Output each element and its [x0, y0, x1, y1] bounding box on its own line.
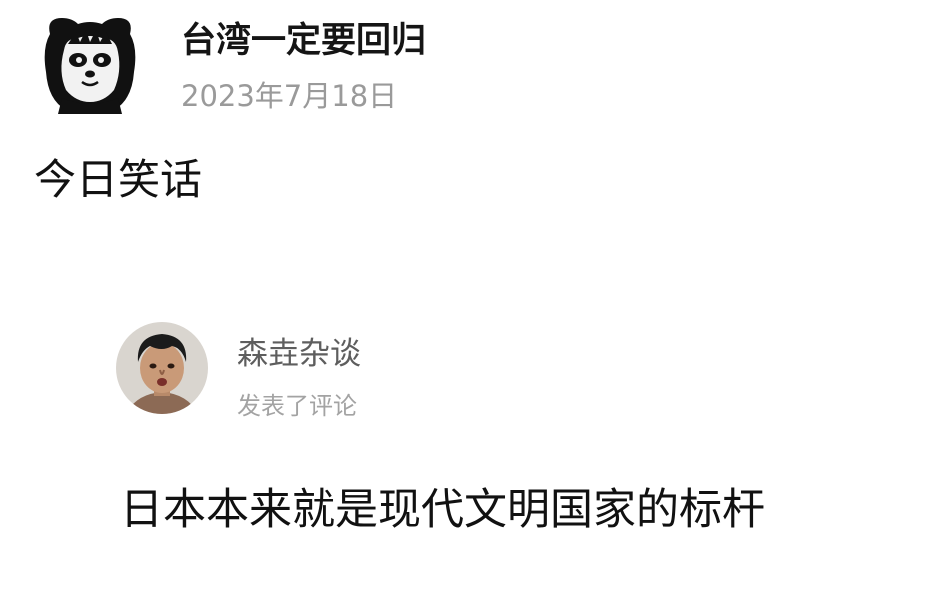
post-body-text: 今日笑话: [34, 155, 203, 204]
post-author-name[interactable]: 台湾一定要回归: [181, 18, 426, 64]
post-date: 2023年7月18日: [181, 79, 398, 113]
panda-avatar-icon[interactable]: [42, 14, 138, 114]
comment-author-name[interactable]: 森垚杂谈: [237, 334, 361, 374]
comment-action-label: 发表了评论: [237, 392, 357, 420]
post-card: 台湾一定要回归 2023年7月18日 今日笑话 森垚杂谈 发表了评论 日本本来就…: [0, 0, 948, 592]
person-avatar-icon[interactable]: [116, 322, 208, 414]
comment-body-text: 日本本来就是现代文明国家的标杆: [120, 485, 765, 535]
